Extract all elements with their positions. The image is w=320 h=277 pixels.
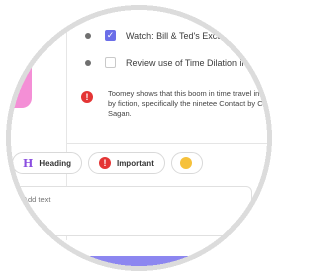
callout-text: Toomey shows that this boom in time trav… bbox=[108, 89, 278, 118]
pink-side-accent bbox=[0, 48, 32, 108]
thinking-emoji-icon bbox=[179, 157, 192, 169]
heading-chip-label: Heading bbox=[39, 158, 71, 168]
task-label: Watch: Bill & Ted's Excell bbox=[126, 30, 227, 41]
heading-chip[interactable]: H Heading bbox=[12, 152, 82, 174]
alert-icon: ! bbox=[81, 91, 93, 103]
task-label: Review use of Time Dilation in bbox=[126, 57, 247, 68]
checkmark-icon: ✓ bbox=[106, 30, 115, 40]
task-item: Review use of Time Dilation in bbox=[67, 57, 247, 68]
magnified-view: ✓ Watch: Bill & Ted's Excell Review use … bbox=[0, 0, 278, 277]
bullet-icon bbox=[85, 32, 91, 39]
add-text-input[interactable] bbox=[12, 186, 252, 236]
important-chip-label: Important bbox=[116, 158, 154, 168]
block-type-chips: H Heading ! Important bbox=[12, 152, 209, 174]
task-checkbox[interactable] bbox=[105, 57, 116, 68]
divider bbox=[67, 143, 278, 144]
app-panel: ✓ Watch: Bill & Ted's Excell Review use … bbox=[0, 0, 278, 277]
important-chip[interactable]: ! Important bbox=[87, 152, 165, 174]
important-icon: ! bbox=[98, 157, 111, 169]
task-checkbox[interactable]: ✓ bbox=[105, 30, 116, 41]
bullet-icon bbox=[85, 59, 91, 66]
emoji-chip[interactable] bbox=[170, 152, 203, 174]
bottom-bar bbox=[0, 256, 278, 277]
task-item: ✓ Watch: Bill & Ted's Excell bbox=[67, 30, 226, 41]
heading-icon: H bbox=[23, 156, 34, 170]
